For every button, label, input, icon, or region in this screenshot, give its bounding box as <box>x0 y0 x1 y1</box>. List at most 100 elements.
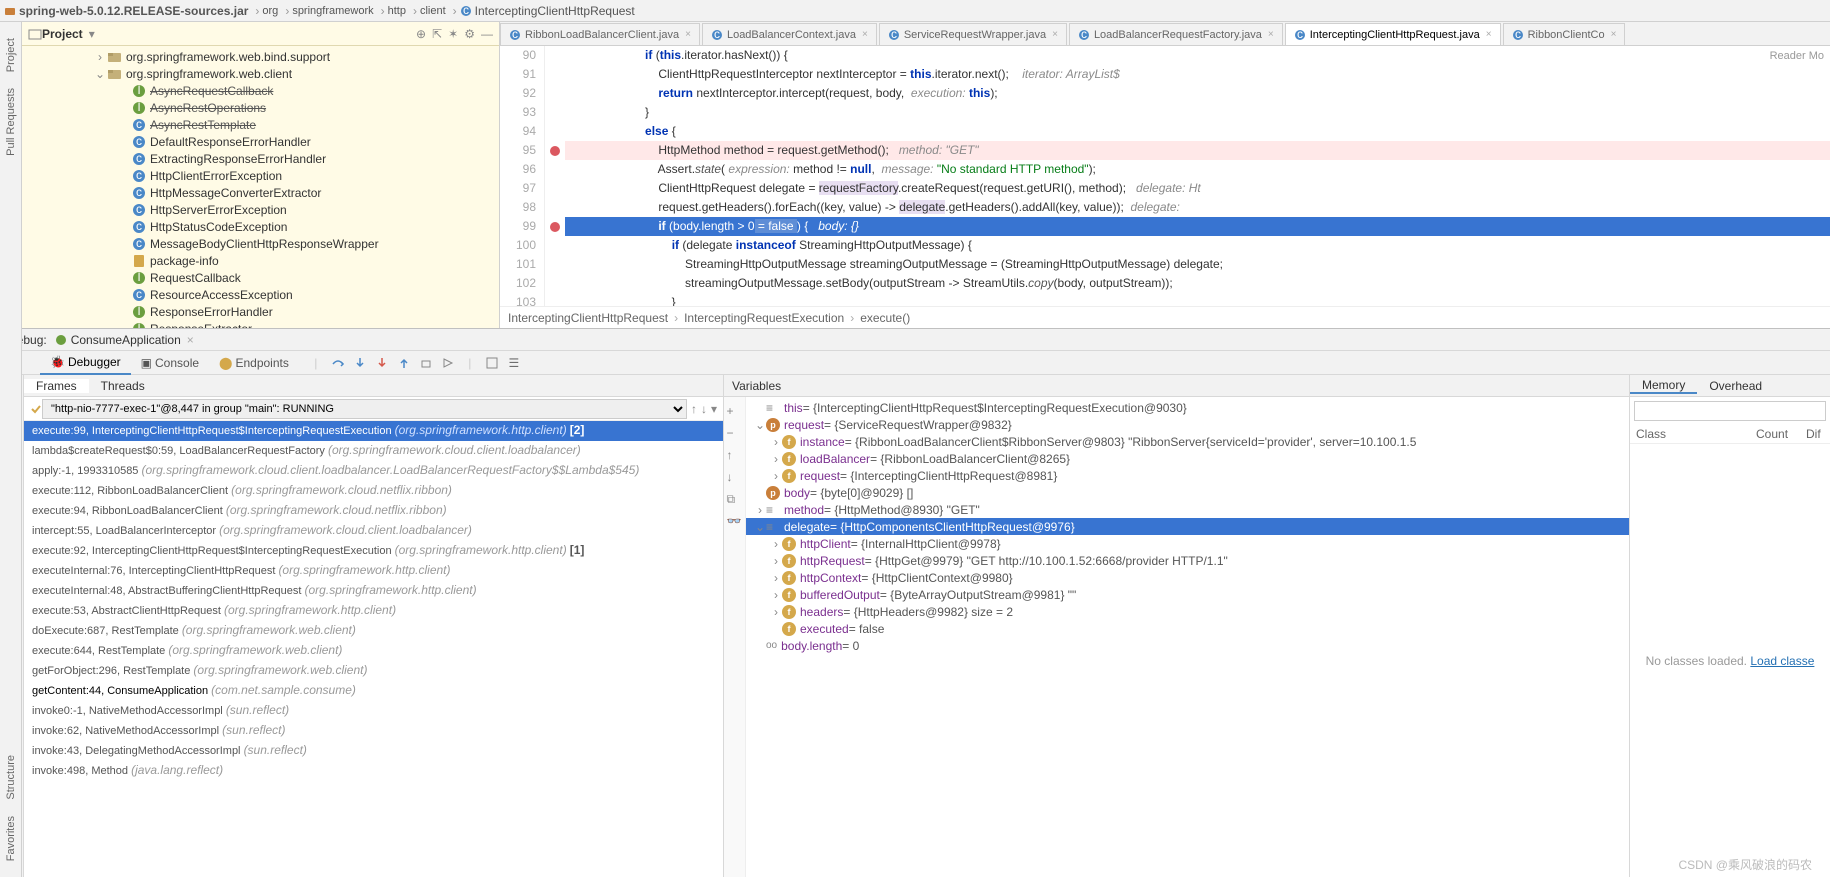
collapse-icon[interactable]: ✶ <box>448 27 458 41</box>
add-watch-icon[interactable]: + <box>727 404 743 420</box>
frame-item[interactable]: execute:99, InterceptingClientHttpReques… <box>24 421 723 441</box>
settings-icon[interactable]: ⚙ <box>464 27 475 41</box>
frame-item[interactable]: invoke:43, DelegatingMethodAccessorImpl … <box>24 741 723 761</box>
tool-pullreq[interactable]: Pull Requests <box>5 88 17 156</box>
tool-project[interactable]: Project <box>5 38 17 72</box>
frame-item[interactable]: execute:92, InterceptingClientHttpReques… <box>24 541 723 561</box>
hide-icon[interactable]: — <box>481 27 493 41</box>
var-item[interactable]: ›fhttpClient = {InternalHttpClient@9978} <box>746 535 1629 552</box>
col-diff[interactable]: Dif <box>1800 425 1830 443</box>
crumb-jar[interactable]: spring-web-5.0.12.RELEASE-sources.jar <box>4 4 248 18</box>
prev-frame-icon[interactable]: ↑ <box>691 402 697 416</box>
frame-item[interactable]: apply:-1, 1993310585 (org.springframewor… <box>24 461 723 481</box>
var-item[interactable]: ⌄prequest = {ServiceRequestWrapper@9832} <box>746 416 1629 433</box>
frame-item[interactable]: lambda$createRequest$0:59, LoadBalancerR… <box>24 441 723 461</box>
tree-item[interactable]: IAsyncRequestCallback <box>22 82 499 99</box>
frame-item[interactable]: execute:644, RestTemplate (org.springfra… <box>24 641 723 661</box>
cc-class[interactable]: InterceptingClientHttpRequest <box>508 311 668 325</box>
tree-item[interactable]: cExtractingResponseErrorHandler <box>22 150 499 167</box>
var-item[interactable]: ›floadBalancer = {RibbonLoadBalancerClie… <box>746 450 1629 467</box>
project-dropdown-icon[interactable]: ▾ <box>89 27 95 41</box>
col-class[interactable]: Class <box>1630 425 1750 443</box>
step-into-icon[interactable] <box>351 354 369 372</box>
frame-item[interactable]: execute:112, RibbonLoadBalancerClient (o… <box>24 481 723 501</box>
memory-search[interactable] <box>1634 401 1826 421</box>
crumb-org[interactable]: org <box>262 5 278 17</box>
tree-item[interactable]: IRequestCallback <box>22 269 499 286</box>
tree-item[interactable]: IResponseExtractor <box>22 320 499 328</box>
editor-tab[interactable]: cRibbonLoadBalancerClient.java× <box>500 23 700 45</box>
frame-item[interactable]: getForObject:296, RestTemplate (org.spri… <box>24 661 723 681</box>
var-item[interactable]: ›fhttpContext = {HttpClientContext@9980} <box>746 569 1629 586</box>
tree-item[interactable]: cHttpMessageConverterExtractor <box>22 184 499 201</box>
var-item[interactable]: ›fbufferedOutput = {ByteArrayOutputStrea… <box>746 586 1629 603</box>
force-step-into-icon[interactable] <box>373 354 391 372</box>
tree-item[interactable]: cHttpServerErrorException <box>22 201 499 218</box>
crumb-class[interactable]: cInterceptingClientHttpRequest <box>460 4 635 18</box>
frame-item[interactable]: invoke:62, NativeMethodAccessorImpl (sun… <box>24 721 723 741</box>
code-view[interactable]: Reader Mo 909192939495969798991001011021… <box>500 46 1830 306</box>
tree-item[interactable]: cHttpStatusCodeException <box>22 218 499 235</box>
tree-item[interactable]: package-info <box>22 252 499 269</box>
frame-item[interactable]: executeInternal:76, InterceptingClientHt… <box>24 561 723 581</box>
tree-item[interactable]: IAsyncRestOperations <box>22 99 499 116</box>
crumb-sf[interactable]: springframework <box>292 5 373 17</box>
load-classes-link[interactable]: Load classe <box>1750 654 1814 668</box>
thread-select[interactable]: "http-nio-7777-exec-1"@8,447 in group "m… <box>42 399 687 419</box>
trace-icon[interactable]: ☰ <box>505 354 523 372</box>
var-item[interactable]: oobody.length = 0 <box>746 637 1629 654</box>
overhead-tab[interactable]: Overhead <box>1697 379 1774 393</box>
tree-item[interactable]: cAsyncRestTemplate <box>22 116 499 133</box>
tool-structure[interactable]: Structure <box>5 755 17 800</box>
frame-item[interactable]: intercept:55, LoadBalancerInterceptor (o… <box>24 521 723 541</box>
crumb-client[interactable]: client <box>420 5 446 17</box>
evaluate-icon[interactable] <box>483 354 501 372</box>
editor-tab[interactable]: cRibbonClientCo× <box>1503 23 1626 45</box>
drop-frame-icon[interactable] <box>417 354 435 372</box>
reader-mode[interactable]: Reader Mo <box>1770 50 1824 62</box>
down-icon[interactable]: ↓ <box>727 470 743 486</box>
var-item[interactable]: pbody = {byte[0]@9029} [] <box>746 484 1629 501</box>
cc-method[interactable]: execute() <box>860 311 910 325</box>
step-out-icon[interactable] <box>395 354 413 372</box>
step-over-icon[interactable] <box>329 354 347 372</box>
col-count[interactable]: Count <box>1750 425 1800 443</box>
tree-item[interactable]: ›org.springframework.web.bind.support <box>22 48 499 65</box>
expand-icon[interactable]: ⇱ <box>432 27 442 41</box>
frame-item[interactable]: executeInternal:48, AbstractBufferingCli… <box>24 581 723 601</box>
next-frame-icon[interactable]: ↓ <box>701 402 707 416</box>
up-icon[interactable]: ↑ <box>727 448 743 464</box>
close-tab-icon[interactable]: × <box>187 333 194 347</box>
cc-inner[interactable]: InterceptingRequestExecution <box>684 311 844 325</box>
close-icon[interactable]: × <box>1268 29 1274 40</box>
close-icon[interactable]: × <box>1611 29 1617 40</box>
remove-watch-icon[interactable]: − <box>727 426 743 442</box>
var-item[interactable]: ›frequest = {InterceptingClientHttpReque… <box>746 467 1629 484</box>
var-item[interactable]: ›≡method = {HttpMethod@8930} "GET" <box>746 501 1629 518</box>
close-icon[interactable]: × <box>1486 29 1492 40</box>
var-item[interactable]: ›fhttpRequest = {HttpGet@9979} "GET http… <box>746 552 1629 569</box>
tab-debugger[interactable]: 🐞Debugger <box>40 351 131 375</box>
debug-config[interactable]: ConsumeApplication <box>71 333 181 347</box>
close-icon[interactable]: × <box>862 29 868 40</box>
frames-tab[interactable]: Frames <box>24 379 89 393</box>
editor-tab[interactable]: cLoadBalancerContext.java× <box>702 23 877 45</box>
editor-tab[interactable]: cServiceRequestWrapper.java× <box>879 23 1067 45</box>
copy-icon[interactable]: ⧉ <box>727 492 743 508</box>
tree-item[interactable]: cMessageBodyClientHttpResponseWrapper <box>22 235 499 252</box>
filter-icon[interactable]: ▾ <box>711 402 717 416</box>
var-item[interactable]: ⌄≡delegate = {HttpComponentsClientHttpRe… <box>746 518 1629 535</box>
project-tree[interactable]: ›org.springframework.web.bind.support⌄or… <box>22 46 499 328</box>
frame-item[interactable]: doExecute:687, RestTemplate (org.springf… <box>24 621 723 641</box>
frame-item[interactable]: invoke:498, Method (java.lang.reflect) <box>24 761 723 781</box>
var-item[interactable]: ›fheaders = {HttpHeaders@9982} size = 2 <box>746 603 1629 620</box>
var-item[interactable]: ›finstance = {RibbonLoadBalancerClient$R… <box>746 433 1629 450</box>
threads-tab[interactable]: Threads <box>89 379 157 393</box>
tab-endpoints[interactable]: ⬤Endpoints <box>209 352 299 374</box>
tree-item[interactable]: IResponseErrorHandler <box>22 303 499 320</box>
frame-item[interactable]: getContent:44, ConsumeApplication (com.n… <box>24 681 723 701</box>
tree-item[interactable]: cDefaultResponseErrorHandler <box>22 133 499 150</box>
run-to-cursor-icon[interactable] <box>439 354 457 372</box>
editor-tab[interactable]: cLoadBalancerRequestFactory.java× <box>1069 23 1283 45</box>
frame-item[interactable]: execute:94, RibbonLoadBalancerClient (or… <box>24 501 723 521</box>
